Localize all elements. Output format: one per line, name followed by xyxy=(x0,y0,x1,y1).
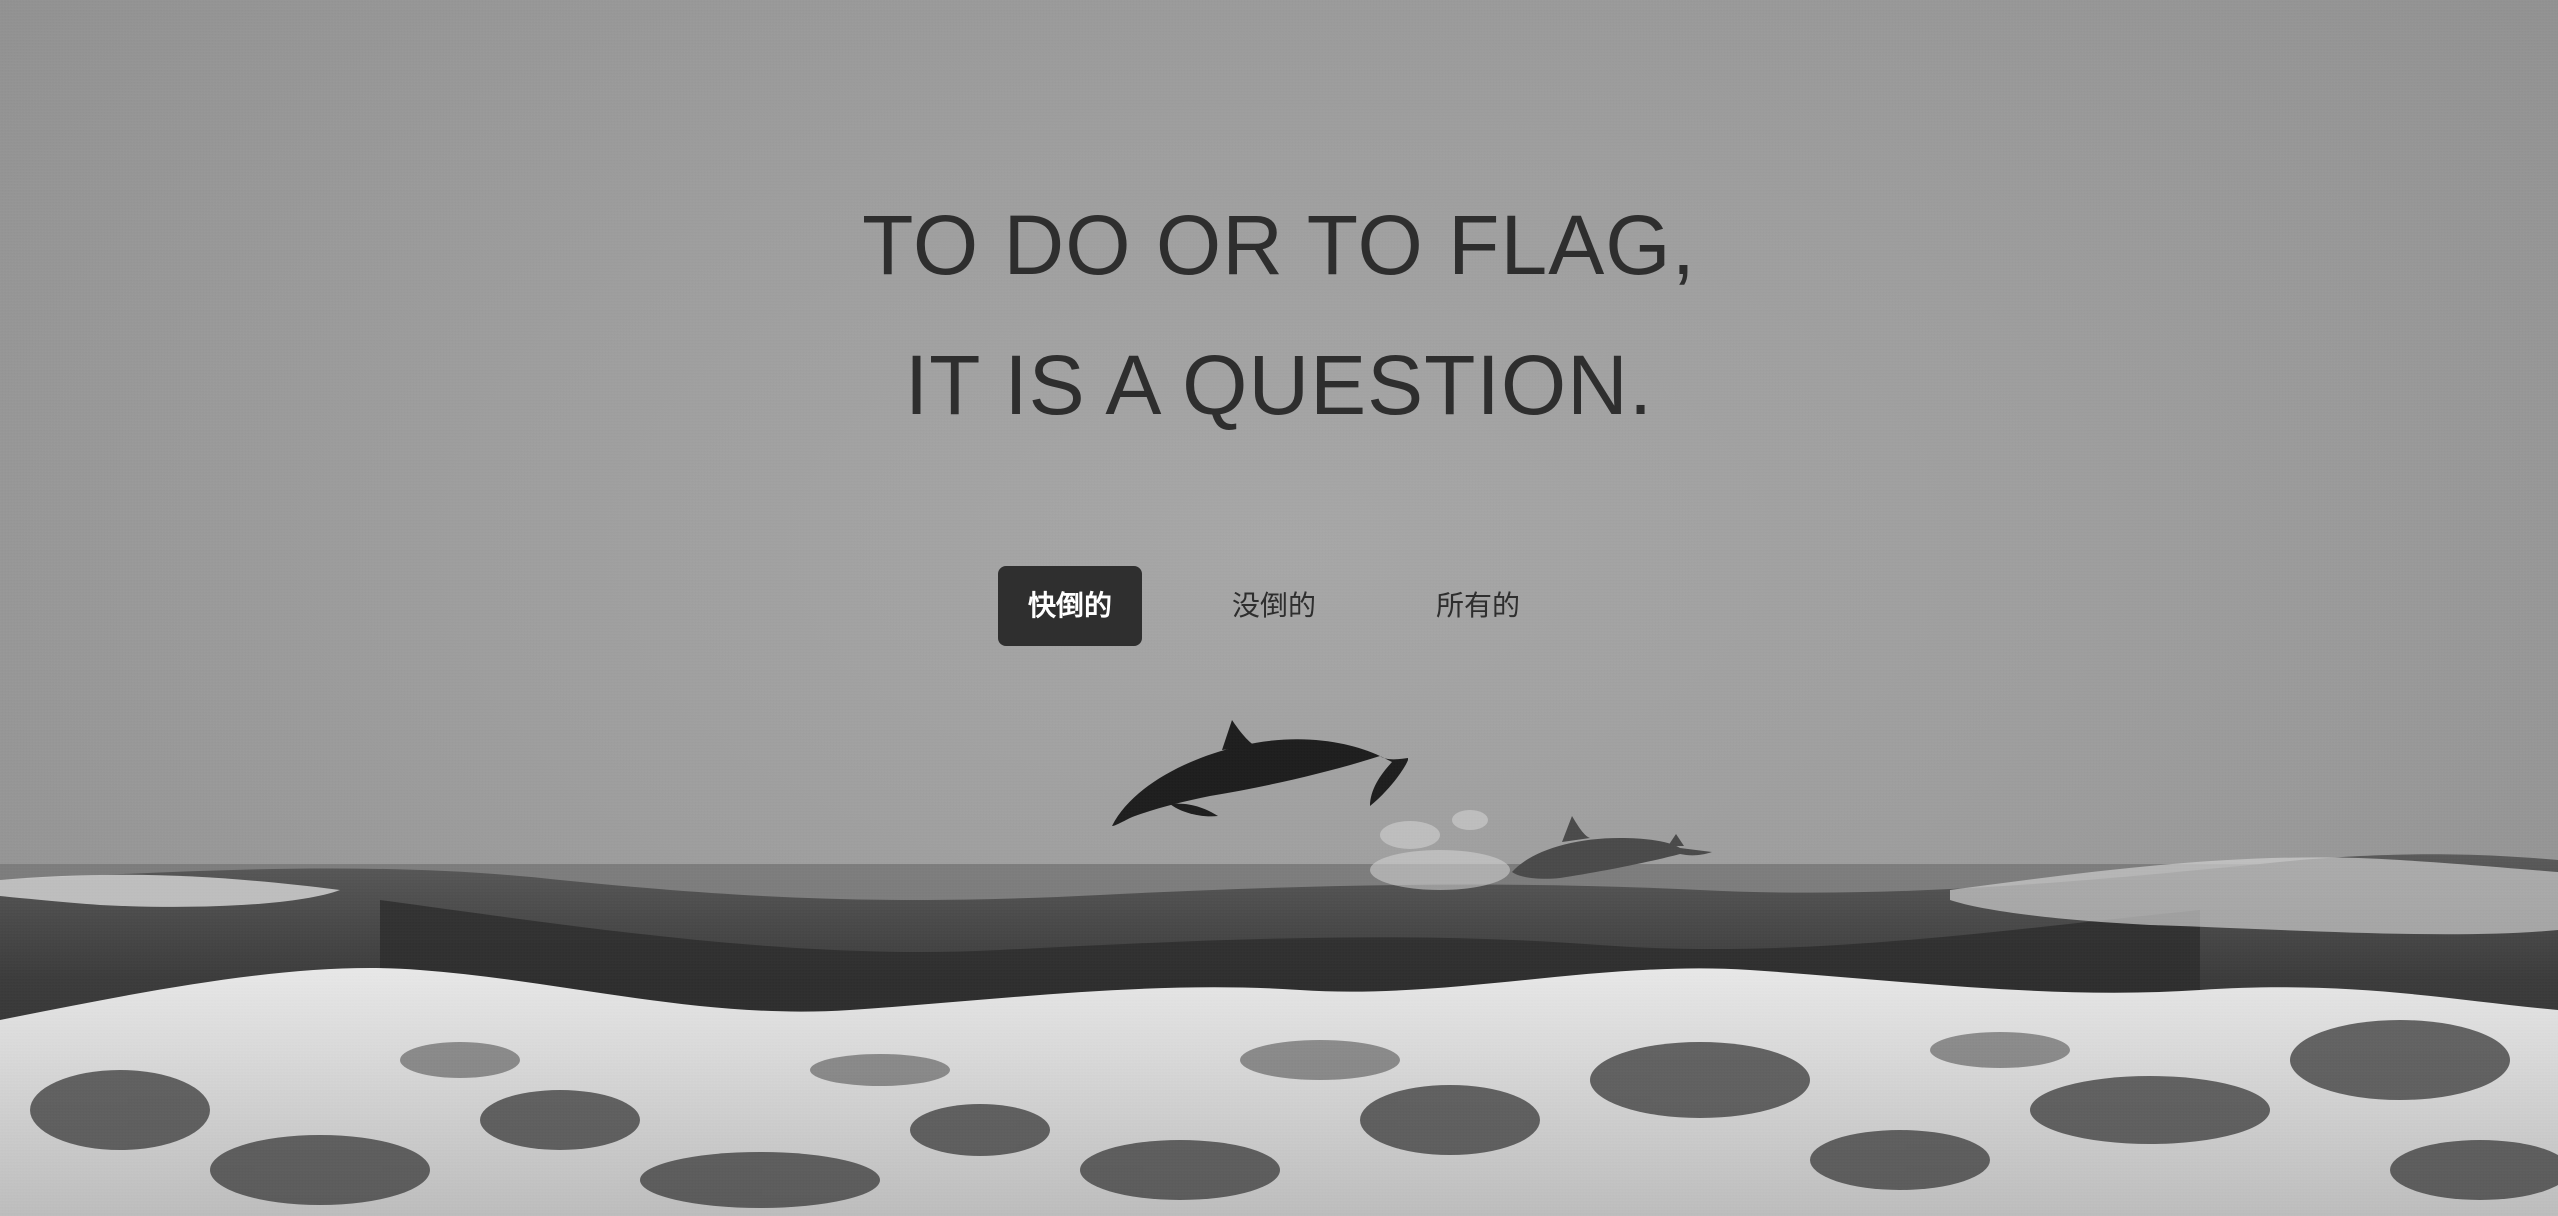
dolphin-icon xyxy=(1112,720,1408,826)
headline: TO DO OR TO FLAG, IT IS A QUESTION. xyxy=(0,175,2558,455)
tab-all[interactable]: 所有的 xyxy=(1406,566,1550,646)
tab-not-fallen[interactable]: 没倒的 xyxy=(1202,566,1346,646)
headline-line-2: IT IS A QUESTION. xyxy=(904,338,1654,432)
hero-background: TO DO OR TO FLAG, IT IS A QUESTION. 快倒的 … xyxy=(0,0,2558,1216)
headline-line-1: TO DO OR TO FLAG, xyxy=(862,198,1696,292)
filter-tabs: 快倒的 没倒的 所有的 xyxy=(998,566,1550,646)
tab-about-to-fall[interactable]: 快倒的 xyxy=(998,566,1142,646)
